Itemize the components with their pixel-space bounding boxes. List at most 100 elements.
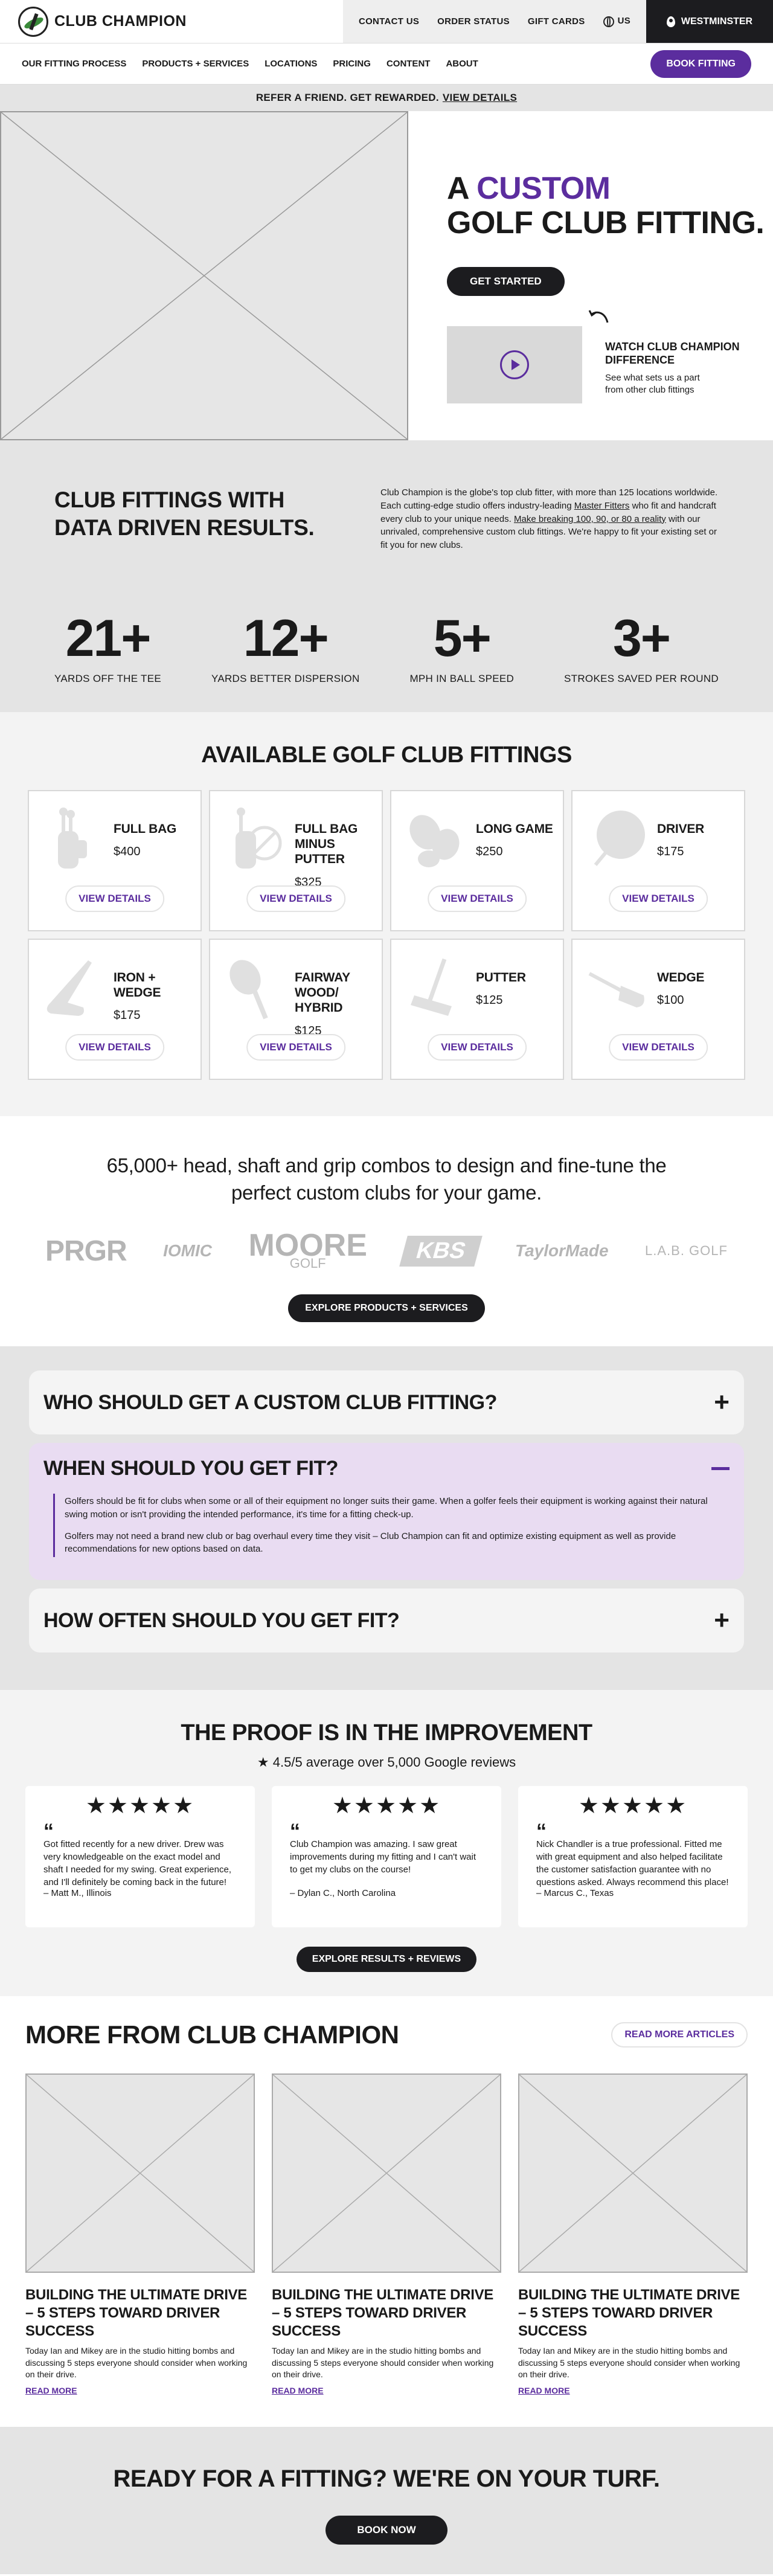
- star-icon: ★: [257, 1755, 269, 1770]
- fitting-name: FULL BAG: [114, 822, 177, 836]
- book-fitting-button[interactable]: BOOK FITTING: [650, 50, 751, 78]
- faq-toggle[interactable]: WHEN SHOULD YOU GET FIT?: [29, 1443, 744, 1494]
- long-game-icon: [409, 815, 460, 867]
- fitting-name: FAIRWAY WOOD/ HYBRID: [295, 971, 350, 1015]
- article-excerpt: Today Ian and Mikey are in the studio hi…: [518, 2346, 740, 2380]
- fitting-card-full-bag-minus-putter: FULL BAG MINUS PUTTER $325 VIEW DETAILS: [209, 790, 383, 931]
- reviews-section: THE PROOF IS IN THE IMPROVEMENT ★ 4.5/5 …: [0, 1690, 773, 1997]
- explore-products-button[interactable]: EXPLORE PRODUCTS + SERVICES: [288, 1294, 485, 1323]
- hero-title-accent: CUSTOM: [476, 171, 611, 206]
- get-started-button[interactable]: GET STARTED: [447, 267, 565, 297]
- location-label: WESTMINSTER: [681, 16, 753, 27]
- article-image-placeholder[interactable]: [25, 2073, 255, 2273]
- article-read-more-link[interactable]: READ MORE: [518, 2386, 570, 2395]
- plus-icon: +: [714, 1605, 730, 1636]
- article-card: BUILDING THE ULTIMATE DRIVE – 5 STEPS TO…: [272, 2073, 501, 2397]
- putter-icon: [411, 958, 452, 1016]
- fitting-card-driver: DRIVER $175 VIEW DETAILS: [571, 790, 745, 931]
- view-details-button[interactable]: VIEW DETAILS: [609, 1034, 708, 1061]
- video-thumbnail[interactable]: [447, 326, 582, 404]
- fitting-card-wedge: WEDGE $100 VIEW DETAILS: [571, 939, 745, 1080]
- article-read-more-link[interactable]: READ MORE: [25, 2386, 77, 2395]
- faq-section: WHO SHOULD GET A CUSTOM CLUB FITTING? + …: [0, 1346, 773, 1691]
- fittings-section: AVAILABLE GOLF CLUB FITTINGS FULL BAG $40…: [0, 712, 773, 1116]
- read-more-articles-button[interactable]: READ MORE ARTICLES: [611, 2022, 748, 2048]
- region-label: US: [617, 16, 630, 27]
- location-pin-icon: [666, 16, 675, 27]
- article-title: BUILDING THE ULTIMATE DRIVE – 5 STEPS TO…: [25, 2287, 247, 2340]
- fitting-name: IRON + WEDGE: [114, 971, 161, 1000]
- fitting-name: WEDGE: [657, 971, 705, 984]
- brand[interactable]: CLUB CHAMPION: [0, 0, 343, 43]
- nav-item-products-services[interactable]: PRODUCTS + SERVICES: [142, 59, 249, 69]
- location-selector[interactable]: WESTMINSTER: [646, 0, 773, 43]
- fitting-price: $175: [657, 845, 684, 859]
- stat-item: 12+ YARDS BETTER DISPERSION: [211, 612, 360, 685]
- hero-title: A CUSTOM GOLF CLUB FITTING.: [447, 171, 773, 240]
- rating-summary: ★ 4.5/5 average over 5,000 Google review…: [25, 1755, 748, 1770]
- gift-cards-link[interactable]: GIFT CARDS: [528, 16, 585, 27]
- faq-toggle[interactable]: HOW OFTEN SHOULD YOU GET FIT? +: [29, 1588, 744, 1653]
- referral-text: REFER A FRIEND. GET REWARDED.: [255, 92, 439, 103]
- article-title: BUILDING THE ULTIMATE DRIVE – 5 STEPS TO…: [518, 2287, 740, 2340]
- view-details-button[interactable]: VIEW DETAILS: [246, 885, 345, 912]
- faq-answer-paragraph: Golfers should be fit for clubs when som…: [65, 1496, 708, 1520]
- fitting-price: $250: [476, 845, 503, 859]
- explore-reviews-button[interactable]: EXPLORE RESULTS + REVIEWS: [296, 1947, 477, 1973]
- stat-value: 3+: [612, 609, 671, 667]
- hero-image-placeholder: [0, 111, 408, 440]
- fittings-title: AVAILABLE GOLF CLUB FITTINGS: [201, 742, 572, 768]
- review-stars-icon: ★★★★★: [85, 1793, 195, 1819]
- video-description: See what sets us a part from other club …: [605, 372, 700, 395]
- cta-section: READY FOR A FITTING? WE'RE ON YOUR TURF.…: [0, 2426, 773, 2574]
- faq-toggle[interactable]: WHO SHOULD GET A CUSTOM CLUB FITTING? +: [29, 1370, 744, 1434]
- faq-answer-paragraph: Golfers may not need a brand new club or…: [65, 1531, 676, 1555]
- nav-item-content[interactable]: CONTENT: [386, 59, 431, 69]
- driver-icon: [594, 811, 645, 866]
- rating-text: 4.5/5 average over 5,000 Google reviews: [272, 1755, 516, 1770]
- article-image-placeholder[interactable]: [518, 2073, 748, 2273]
- quote-icon: “: [536, 1820, 547, 1843]
- review-text: Nick Chandler is a true professional. Fi…: [536, 1839, 729, 1888]
- fitting-name: LONG GAME: [476, 822, 553, 836]
- fitting-card-fairway-wood-hybrid: FAIRWAY WOOD/ HYBRID $125 VIEW DETAILS: [209, 939, 383, 1080]
- brand-logos: PRGR IOMIC MOORE GOLF KBS TaylorMade L.A.…: [45, 1227, 728, 1275]
- view-details-button[interactable]: VIEW DETAILS: [65, 885, 164, 912]
- taylormade-logo: TaylorMade: [515, 1241, 609, 1261]
- view-details-button[interactable]: VIEW DETAILS: [428, 1034, 527, 1061]
- stats-section: CLUB FITTINGS WITH DATA DRIVEN RESULTS. …: [0, 440, 773, 712]
- faq-item: WHO SHOULD GET A CUSTOM CLUB FITTING? +: [29, 1370, 744, 1435]
- faq-answer: Golfers should be fit for clubs when som…: [53, 1494, 730, 1558]
- nav-item-about[interactable]: ABOUT: [446, 59, 478, 69]
- stat-value: 5+: [433, 609, 492, 667]
- view-details-button[interactable]: VIEW DETAILS: [609, 885, 708, 912]
- nav-item-pricing[interactable]: PRICING: [333, 59, 371, 69]
- region-selector[interactable]: US: [603, 16, 630, 27]
- quote-icon: “: [290, 1820, 300, 1843]
- stat-item: 3+ STROKES SAVED PER ROUND: [564, 612, 719, 685]
- nav-item-fitting-process[interactable]: OUR FITTING PROCESS: [22, 59, 126, 69]
- referral-details-link[interactable]: VIEW DETAILS: [443, 92, 517, 104]
- review-stars-icon: ★★★★★: [578, 1793, 688, 1819]
- stat-value: 21+: [65, 609, 152, 667]
- brand-name: CLUB CHAMPION: [54, 13, 187, 30]
- nav-item-locations[interactable]: LOCATIONS: [265, 59, 317, 69]
- golf-bag-icon: [58, 808, 87, 869]
- article-read-more-link[interactable]: READ MORE: [272, 2386, 324, 2395]
- view-details-button[interactable]: VIEW DETAILS: [65, 1034, 164, 1061]
- article-card: BUILDING THE ULTIMATE DRIVE – 5 STEPS TO…: [25, 2073, 255, 2397]
- article-image-placeholder[interactable]: [272, 2073, 501, 2273]
- faq-question: WHO SHOULD GET A CUSTOM CLUB FITTING?: [43, 1390, 497, 1414]
- hero: A CUSTOM GOLF CLUB FITTING. GET STARTED …: [0, 111, 773, 440]
- view-details-button[interactable]: VIEW DETAILS: [246, 1034, 345, 1061]
- fitting-card-long-game: LONG GAME $250 VIEW DETAILS: [390, 790, 564, 931]
- iron-icon: [47, 960, 92, 1016]
- master-fitters-link[interactable]: Master Fitters: [574, 501, 630, 511]
- top-bar: CLUB CHAMPION CONTACT US ORDER STATUS GI…: [0, 0, 773, 43]
- book-now-button[interactable]: BOOK NOW: [326, 2515, 447, 2545]
- breaking-scores-link[interactable]: Make breaking 100, 90, or 80 a reality: [514, 514, 666, 524]
- fitting-card-full-bag: FULL BAG $400 VIEW DETAILS: [28, 790, 202, 931]
- view-details-button[interactable]: VIEW DETAILS: [428, 885, 527, 912]
- contact-us-link[interactable]: CONTACT US: [359, 16, 419, 27]
- order-status-link[interactable]: ORDER STATUS: [437, 16, 510, 27]
